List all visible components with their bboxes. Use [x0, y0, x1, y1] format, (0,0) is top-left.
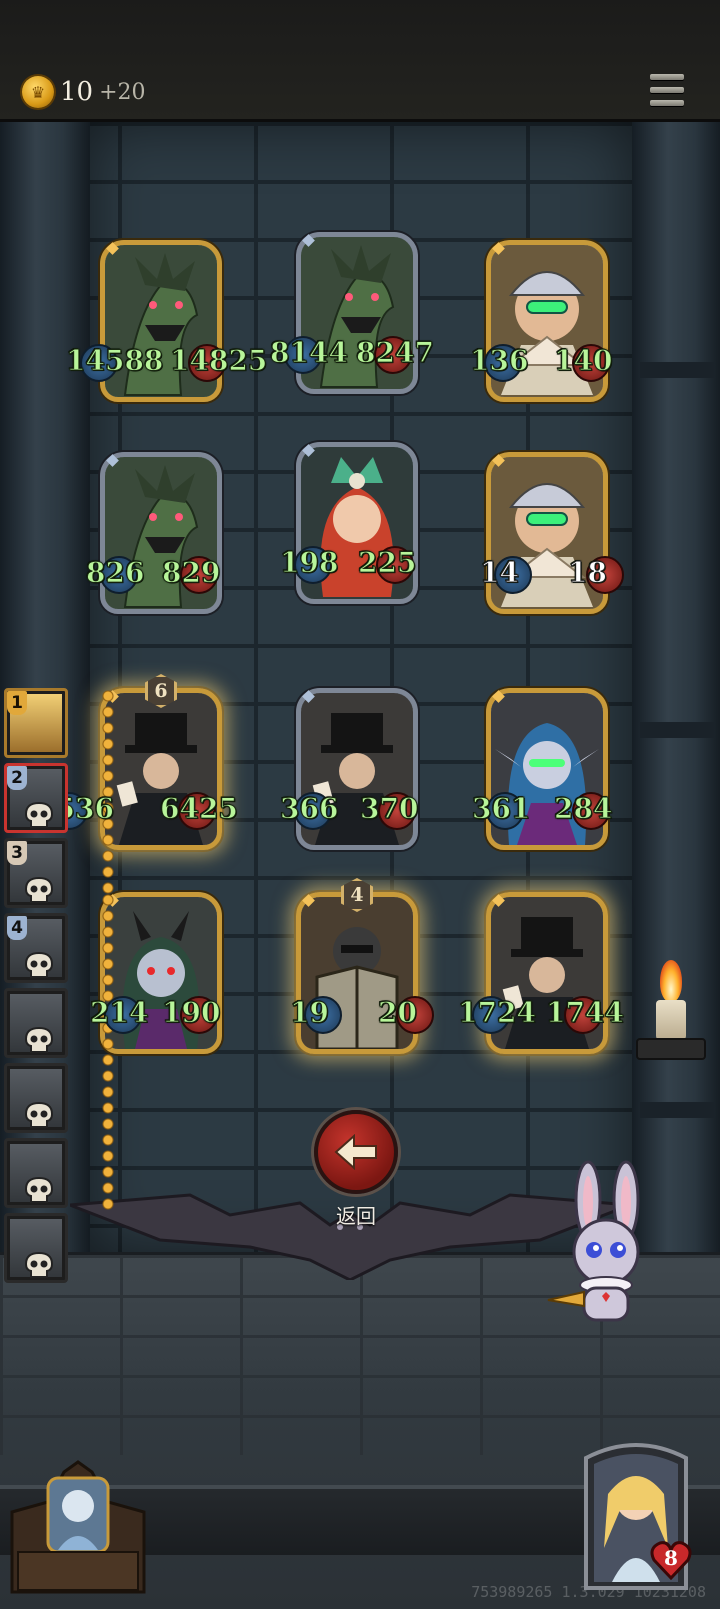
arrow-left-icon: [334, 1134, 377, 1170]
back-button[interactable]: [314, 1110, 398, 1194]
unit-card-demon[interactable]: 214 190: [89, 892, 222, 1212]
hp-value: 284: [553, 792, 613, 826]
attack-value: 8144: [270, 336, 349, 370]
unit-card-magician-3[interactable]: 1724 1744: [458, 892, 624, 1054]
attack-value: 198: [279, 546, 339, 580]
hp-value: 20: [378, 996, 418, 1030]
skull-icon: [24, 1251, 54, 1278]
attack-value: 136: [469, 344, 529, 378]
turn-number-badge: 4: [7, 916, 27, 940]
unit-card-magician-1[interactable]: 6 5536 6425: [36, 674, 238, 1008]
torch-candle: [630, 952, 710, 1102]
attack-value: 14588: [65, 344, 164, 378]
hp-value: 6425: [160, 792, 239, 826]
skull-icon: [24, 1026, 54, 1053]
unit-card-dragon-2[interactable]: 8144 8247: [270, 232, 434, 394]
unit-card-knight[interactable]: 4 19 20: [290, 878, 434, 1054]
hp-value: 829: [161, 556, 221, 590]
crown-coin-icon: ♛: [22, 76, 54, 108]
turn-number-badge: 3: [7, 841, 27, 865]
unit-card-granny-2[interactable]: 14 18: [480, 452, 624, 614]
attack-value: 214: [89, 996, 149, 1030]
turn-slot-6[interactable]: [4, 1063, 68, 1133]
turn-slot-4[interactable]: 4: [4, 913, 68, 983]
turn-slot-3[interactable]: 3: [4, 838, 68, 908]
hp-value: 1744: [546, 996, 625, 1030]
turn-slot-8[interactable]: [4, 1213, 68, 1283]
attack-value: 19: [290, 996, 330, 1030]
unit-card-magician-2[interactable]: 366 370: [279, 688, 419, 850]
skull-icon: [24, 1176, 54, 1203]
unit-card-granny-1[interactable]: 136 140: [469, 240, 613, 402]
turn-slot-1[interactable]: 1: [4, 688, 68, 758]
hp-value: 140: [553, 344, 613, 378]
gold-chain-decoration: [102, 892, 114, 1212]
hp-value: 8247: [356, 336, 435, 370]
skull-icon: [24, 1101, 54, 1128]
player-hero-portrait[interactable]: [8, 1442, 148, 1597]
attack-value: 826: [85, 556, 145, 590]
turn-slot-2[interactable]: 2: [4, 763, 68, 833]
coin-value: 10: [60, 77, 94, 107]
turn-slot-7[interactable]: [4, 1138, 68, 1208]
unit-card-elf[interactable]: 361 284: [471, 688, 613, 850]
hp-value: 14825: [169, 344, 268, 378]
turn-order-sidebar: 1 2 3 4: [0, 688, 72, 1300]
hp-value: 18: [568, 556, 608, 590]
back-label: 返回: [336, 1204, 376, 1228]
coin-counter: ♛ 10 +20: [22, 76, 146, 108]
opponent-hp-badge: 8: [650, 1540, 692, 1581]
skull-icon: [24, 951, 54, 978]
skull-icon: [24, 801, 54, 828]
turn-number-badge: 1: [7, 691, 27, 715]
top-bar: ♛ 10 +20: [0, 0, 720, 122]
turn-number-badge: 2: [7, 766, 27, 790]
opponent-hp-value: 8: [664, 1546, 678, 1570]
attack-value: 1724: [458, 996, 537, 1030]
unit-card-dragon-1[interactable]: 14588 14825: [65, 240, 268, 402]
coin-bonus: +20: [99, 79, 146, 105]
unit-card-siren[interactable]: 198 225: [279, 442, 418, 604]
attack-value: 14: [480, 556, 520, 590]
skull-icon: [24, 876, 54, 903]
hamburger-menu-icon[interactable]: [650, 74, 684, 106]
attack-value: 361: [471, 792, 531, 826]
hp-value: 370: [359, 792, 419, 826]
attack-value: 366: [279, 792, 339, 826]
unit-card-dragon-3[interactable]: 826 829: [85, 452, 222, 614]
hp-value: 190: [161, 996, 221, 1030]
bunny-mascot[interactable]: [540, 1160, 670, 1330]
turn-slot-5[interactable]: [4, 988, 68, 1058]
hp-value: 225: [357, 546, 417, 580]
